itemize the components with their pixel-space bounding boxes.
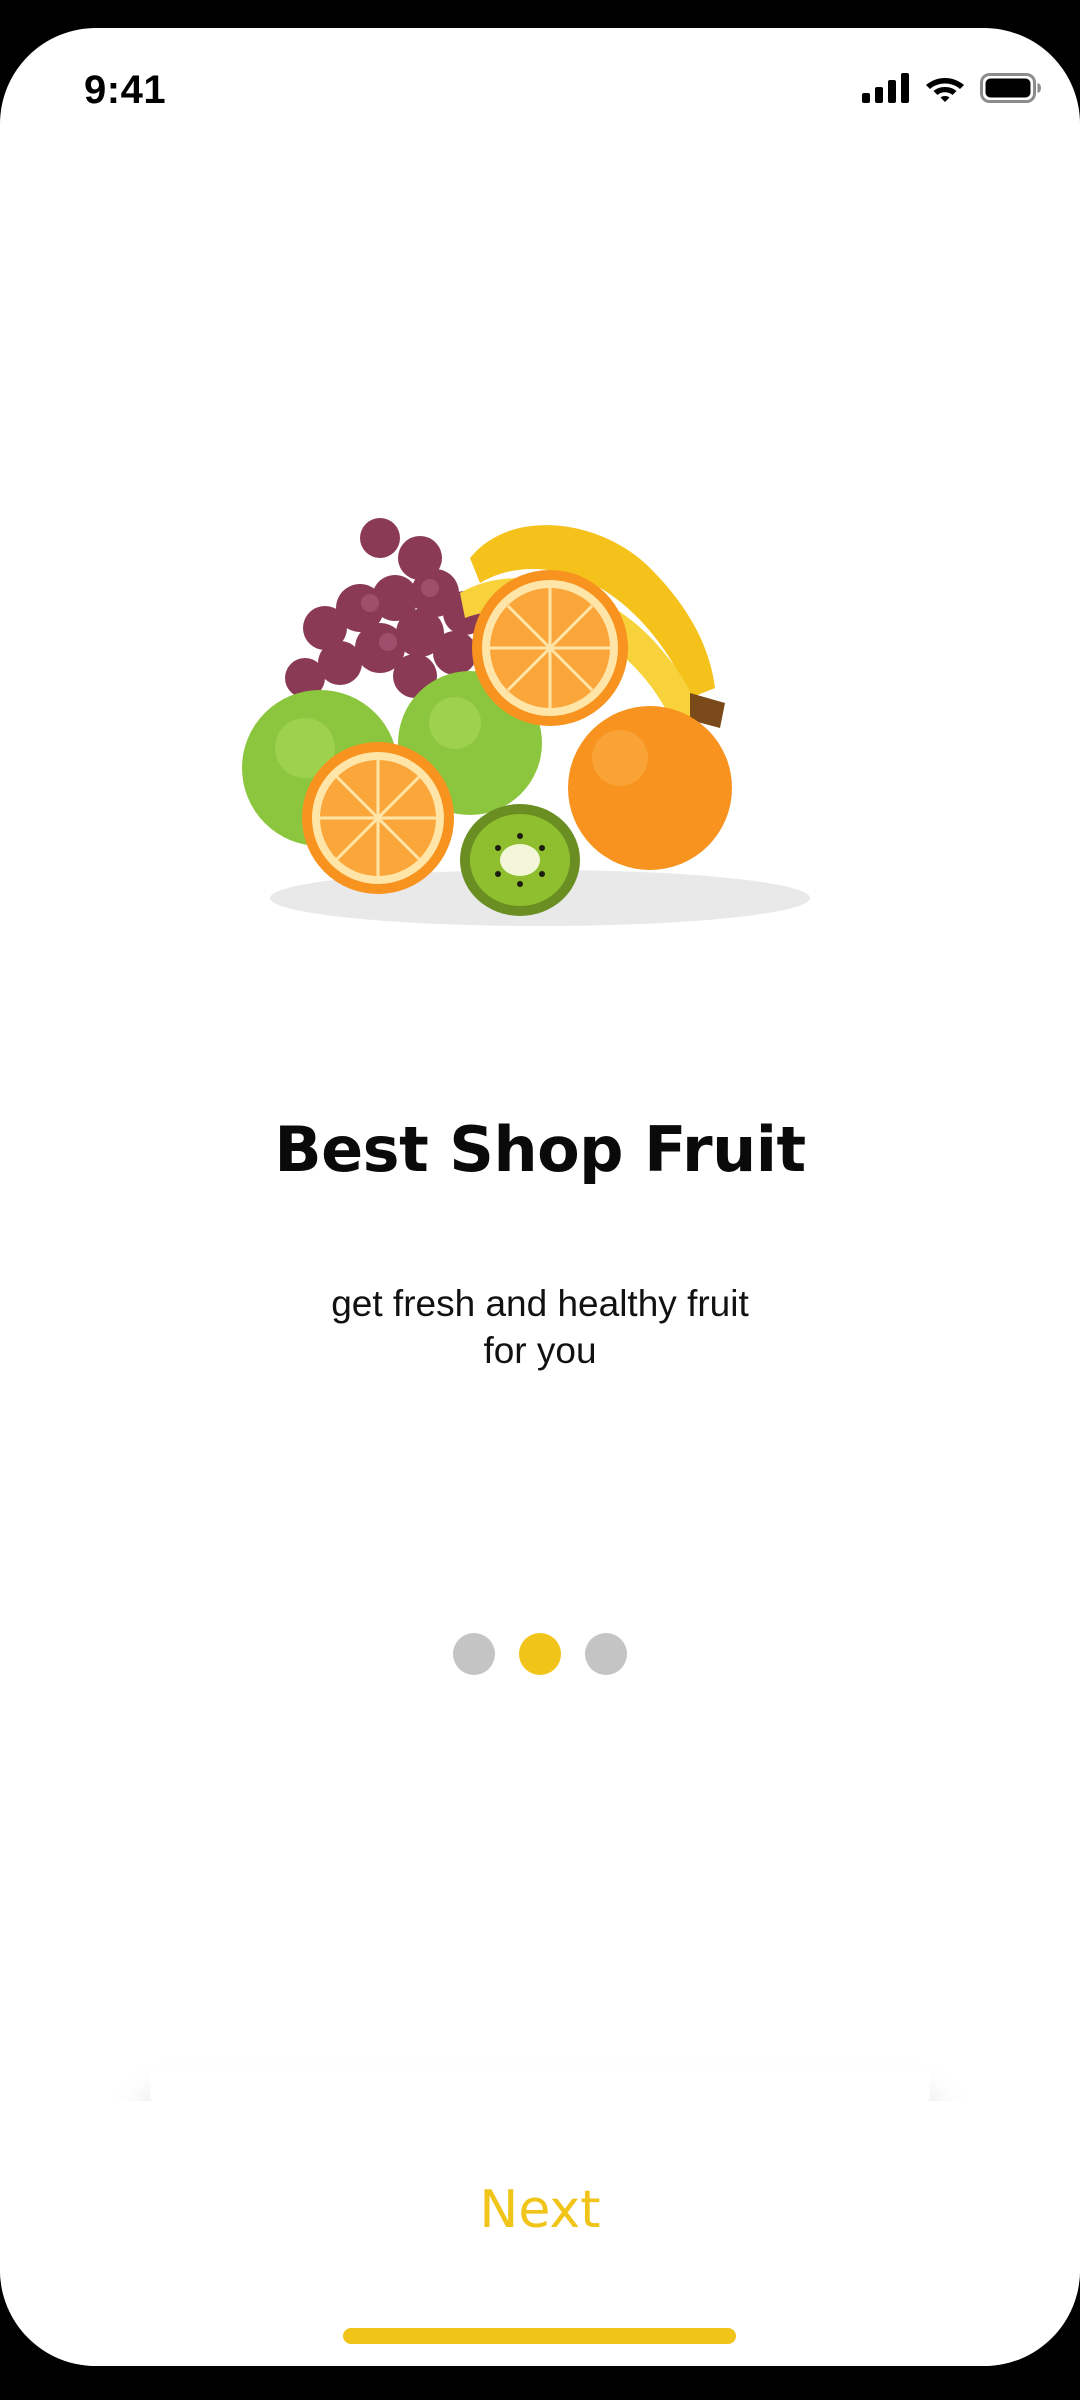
page-dot-1[interactable]: [453, 1633, 495, 1675]
page-indicator: [0, 1633, 1080, 1675]
signal-icon: [862, 73, 910, 108]
page-title: Best Shop Fruit: [274, 1113, 806, 1186]
status-icons: [862, 72, 1042, 109]
wifi-icon: [924, 72, 966, 109]
page-dot-2-active[interactable]: [519, 1633, 561, 1675]
bottom-panel-shadow: [150, 2071, 930, 2101]
next-button[interactable]: Next: [390, 2168, 690, 2252]
battery-icon: [980, 73, 1042, 108]
subtitle-line-1: get fresh and healthy fruit: [331, 1283, 749, 1324]
page-dot-3[interactable]: [585, 1633, 627, 1675]
page-subtitle: get fresh and healthy fruit for you: [290, 1280, 790, 1374]
onboarding-screen: 9:41 Best Shop Fruit get fresh and healt…: [0, 28, 1080, 2366]
subtitle-line-2: for you: [483, 1330, 597, 1371]
fruit-hero-image: [220, 498, 840, 948]
home-indicator[interactable]: [343, 2328, 736, 2344]
status-time: 9:41: [84, 68, 167, 112]
